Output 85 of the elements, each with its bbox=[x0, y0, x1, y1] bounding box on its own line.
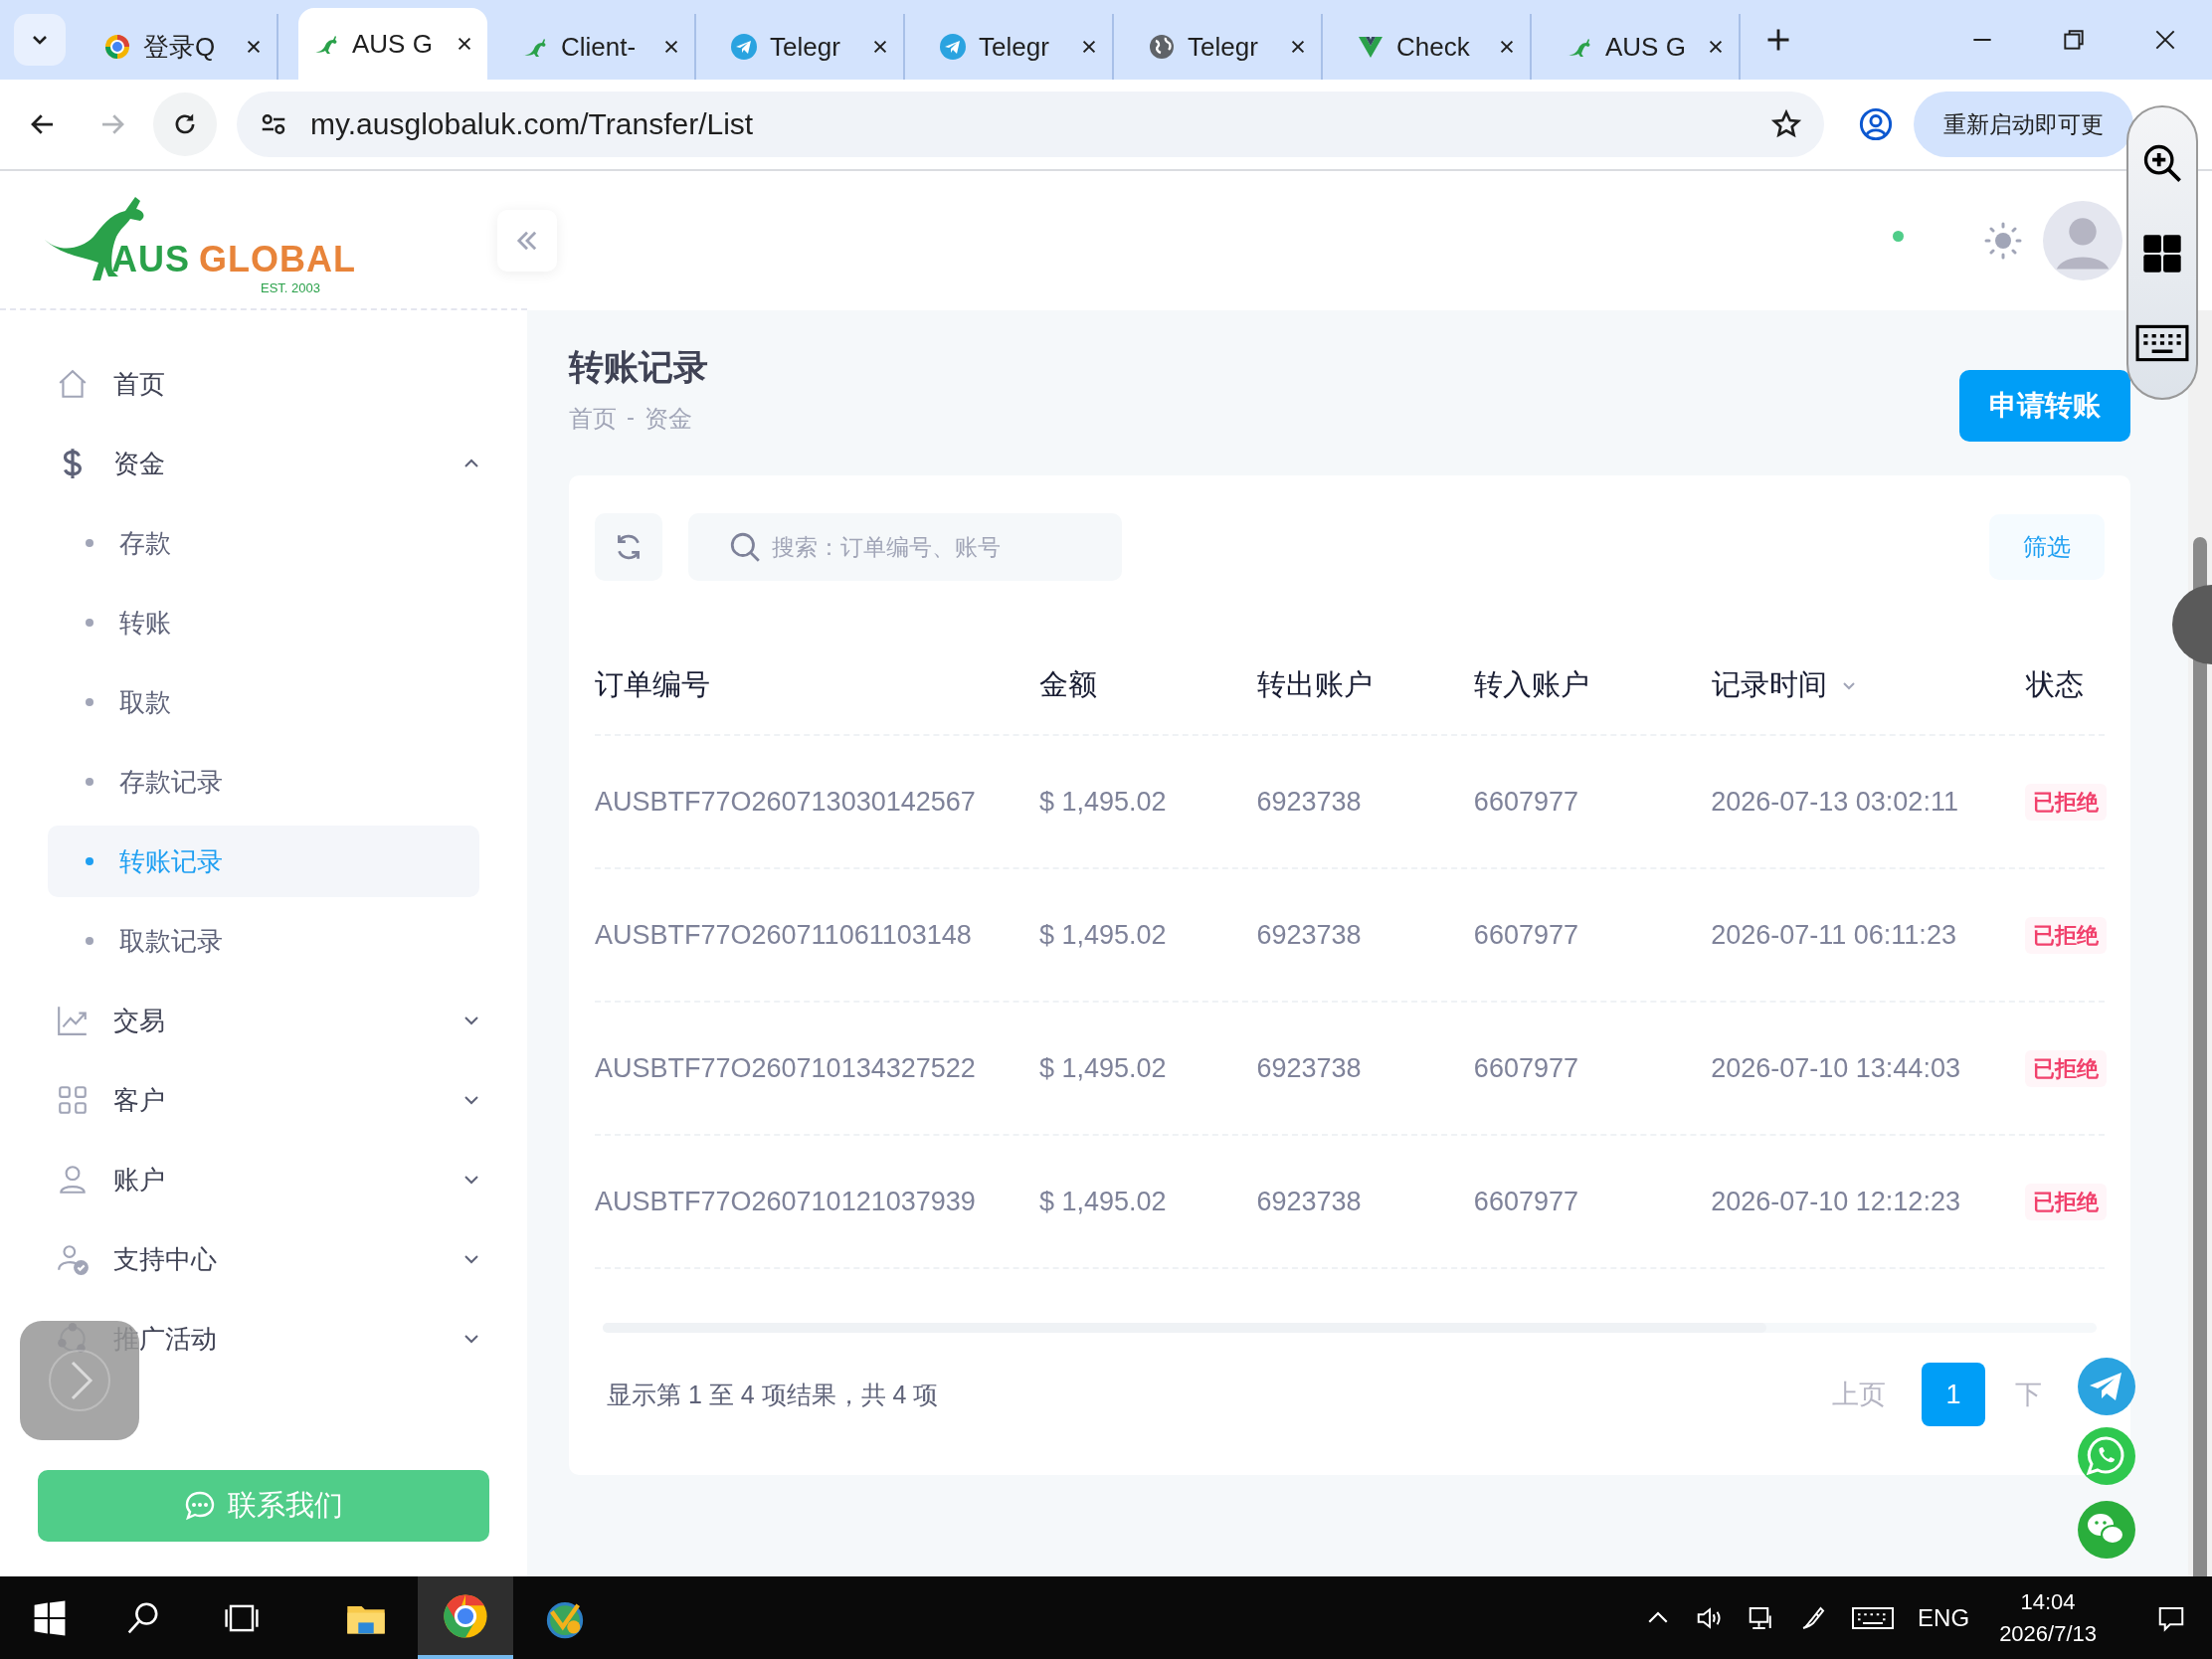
logo-text: GLOBAL bbox=[199, 239, 356, 280]
table-cell-text: $ 1,495.02 bbox=[1038, 1186, 1168, 1217]
globe-icon bbox=[1148, 33, 1176, 61]
browser-logo-icon bbox=[442, 1591, 489, 1640]
menu-item[interactable]: 首页 bbox=[0, 344, 527, 424]
close-icon[interactable] bbox=[871, 38, 889, 56]
logo-tagline: EST. 2003 bbox=[261, 280, 320, 295]
clock-time[interactable]: 14:04 bbox=[2020, 1585, 2076, 1618]
menu-item[interactable]: 支持中心 bbox=[0, 1219, 527, 1299]
paper-plane-icon[interactable] bbox=[2077, 1357, 2136, 1416]
url-text: my.ausglobaluk.com/Transfer/List bbox=[310, 107, 755, 141]
table-cell-text: 6607977 bbox=[1473, 919, 1579, 951]
column-header: 转入账户 bbox=[1474, 667, 1591, 702]
column-header[interactable]: 记录时间 bbox=[1711, 665, 2026, 705]
table-cell-text: $ 1,495.02 bbox=[1038, 1052, 1168, 1084]
table-cell-text: AUSBTF77O260710134327522 bbox=[595, 1052, 977, 1084]
vertical-scrollbar[interactable] bbox=[2188, 310, 2212, 1576]
close-icon[interactable] bbox=[1498, 38, 1516, 56]
grid-icon bbox=[56, 1083, 90, 1117]
table-cell-text: AUSBTF77O260710121037939 bbox=[595, 1186, 977, 1217]
close-icon[interactable] bbox=[1707, 38, 1725, 56]
table-cell-text: 6607977 bbox=[1473, 1186, 1579, 1217]
windows-grid-icon[interactable] bbox=[2140, 232, 2184, 276]
status-badge: 已拒绝 bbox=[2025, 1184, 2107, 1220]
browser-app-button[interactable] bbox=[418, 1576, 513, 1659]
submenu-item[interactable]: 转账 bbox=[48, 587, 479, 658]
submenu-item[interactable]: 存款记录 bbox=[48, 746, 479, 818]
status-badge: 已拒绝 bbox=[2025, 784, 2107, 821]
table-cell-text: 6607977 bbox=[1473, 1052, 1579, 1084]
table-cell-text: 6923738 bbox=[1256, 786, 1363, 818]
chat-bubbles-icon[interactable] bbox=[2077, 1500, 2136, 1560]
chat-icon bbox=[184, 1490, 216, 1522]
column-header: 转出账户 bbox=[1256, 667, 1374, 702]
table-cell-text: $ 1,495.02 bbox=[1038, 786, 1168, 818]
page-title: 转账记录 bbox=[569, 346, 708, 388]
address-bar[interactable]: my.ausglobaluk.com/Transfer/List bbox=[237, 92, 1824, 157]
table-cell-text: 2026-07-11 06:11:23 bbox=[1711, 919, 1957, 951]
refresh-button[interactable] bbox=[595, 513, 662, 581]
clock-date[interactable]: 2026/7/13 bbox=[1999, 1617, 2097, 1650]
star-icon[interactable] bbox=[1770, 108, 1802, 140]
status-badge: 已拒绝 bbox=[2025, 1050, 2107, 1087]
submenu-item[interactable]: 取款 bbox=[48, 666, 479, 738]
close-icon[interactable] bbox=[1080, 38, 1098, 56]
menu-item[interactable]: 交易 bbox=[0, 981, 527, 1060]
table-cell-text: AUSBTF77O260711061103148 bbox=[595, 919, 973, 951]
update-button[interactable]: 重新启动即可更 bbox=[1914, 92, 2133, 157]
close-icon[interactable] bbox=[456, 35, 473, 53]
results-summary: 显示第 1 至 4 项结果，共 4 项 bbox=[607, 1379, 939, 1410]
table-cell-text: 6923738 bbox=[1256, 1186, 1363, 1217]
search-input[interactable]: 搜索：订单编号、账号 bbox=[770, 532, 1102, 562]
menu-item[interactable]: 客户 bbox=[0, 1060, 527, 1140]
user-check-icon bbox=[56, 1242, 90, 1276]
column-header: 订单编号 bbox=[595, 667, 711, 702]
paper-plane-icon bbox=[730, 33, 758, 61]
column-header: 金额 bbox=[1039, 667, 1099, 702]
table-cell-text: 6607977 bbox=[1473, 786, 1579, 818]
search-icon bbox=[728, 530, 762, 564]
chart-icon bbox=[56, 1004, 90, 1037]
restore-icon[interactable] bbox=[2061, 27, 2087, 53]
table-cell-text: 2026-07-10 12:12:23 bbox=[1711, 1186, 1961, 1217]
online-dot bbox=[1893, 230, 1904, 242]
submenu-item[interactable]: 存款 bbox=[48, 507, 479, 579]
browser-logo-icon bbox=[103, 33, 131, 61]
table-cell-text: 6923738 bbox=[1256, 919, 1363, 951]
search-field[interactable]: 搜索：订单编号、账号 bbox=[688, 513, 1122, 581]
breadcrumb-separator: - bbox=[627, 403, 635, 432]
table-cell-text: 2026-07-10 13:44:03 bbox=[1711, 1052, 1961, 1084]
table-cell-text: 2026-07-13 03:02:11 bbox=[1711, 786, 1959, 818]
browser-tab[interactable]: AUS G bbox=[298, 8, 487, 80]
status-badge: 已拒绝 bbox=[2025, 917, 2107, 954]
menu-item[interactable]: 资金 bbox=[0, 424, 527, 503]
close-icon[interactable] bbox=[662, 38, 680, 56]
menu-item[interactable]: 账户 bbox=[0, 1140, 527, 1219]
table-cell-text: 6923738 bbox=[1256, 1052, 1363, 1084]
column-header: 状态 bbox=[2025, 667, 2085, 702]
table-cell-text: $ 1,495.02 bbox=[1038, 919, 1168, 951]
submenu-item[interactable]: 取款记录 bbox=[48, 905, 479, 977]
logo-text: AUS bbox=[111, 239, 190, 280]
close-icon[interactable] bbox=[1289, 38, 1307, 56]
close-icon[interactable] bbox=[245, 38, 263, 56]
input-language-indicator[interactable]: ENG bbox=[1918, 1603, 1970, 1632]
table-cell-text: AUSBTF77O260713030142567 bbox=[595, 786, 977, 818]
paper-plane-icon bbox=[939, 33, 967, 61]
floating-button[interactable] bbox=[20, 1321, 139, 1440]
profile-icon[interactable] bbox=[1858, 106, 1894, 142]
